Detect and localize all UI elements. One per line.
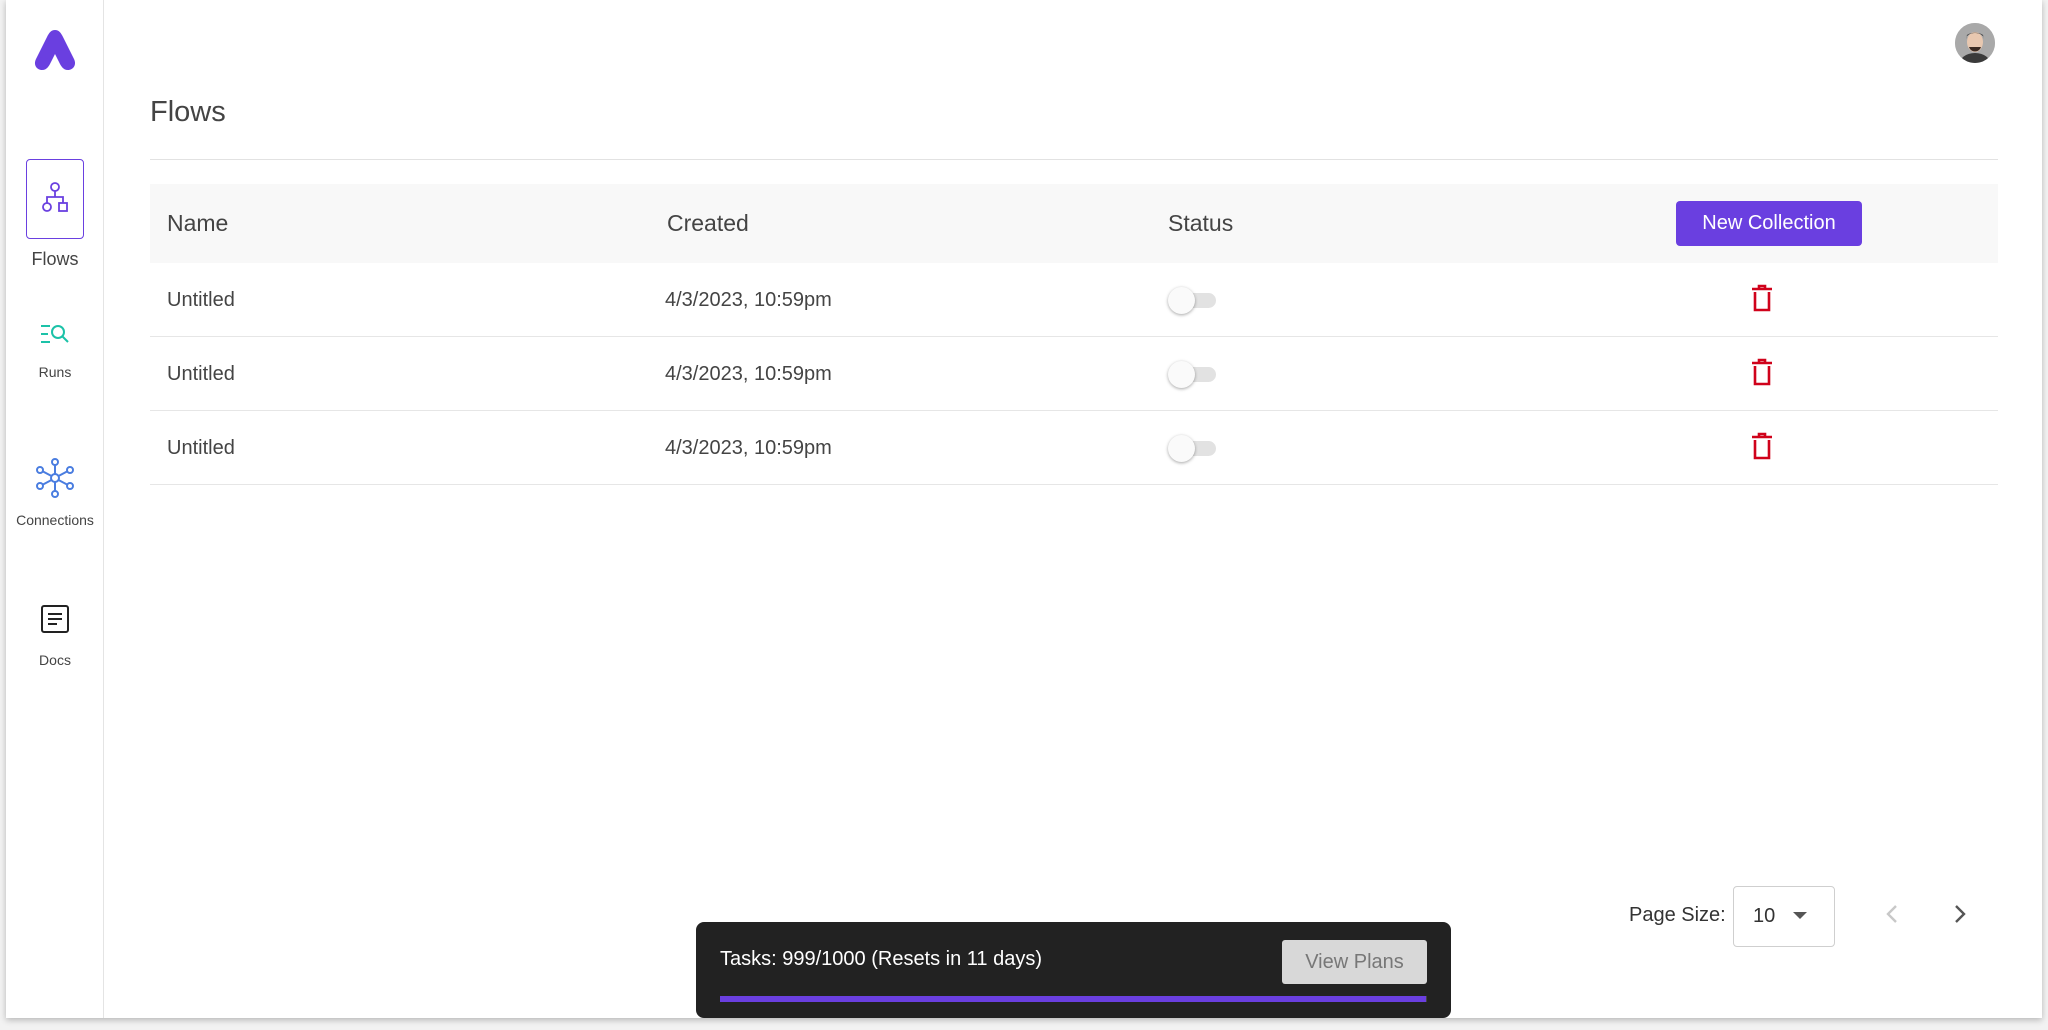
column-header-name: Name (167, 210, 229, 236)
page-size-value: 10 (1753, 905, 1776, 927)
sidebar-item-flows[interactable]: Flows (6, 159, 104, 270)
sidebar-item-runs[interactable]: Runs (6, 318, 104, 380)
table-row[interactable]: Untitled 4/3/2023, 10:59pm (150, 411, 1998, 485)
chevron-right-icon (1953, 903, 1967, 930)
status-toggle[interactable] (1168, 287, 1216, 314)
avatar[interactable] (1955, 23, 1995, 63)
tasks-usage-text: Tasks: 999/1000 (Resets in 11 days) (720, 948, 1043, 970)
delete-button[interactable] (1747, 358, 1777, 391)
next-page-button[interactable] (1943, 899, 1977, 933)
logo-icon[interactable] (30, 26, 80, 74)
column-header-status: Status (1168, 210, 1234, 236)
flow-created: 4/3/2023, 10:59pm (665, 289, 832, 311)
flow-name[interactable]: Untitled (167, 263, 235, 337)
chevron-left-icon (1885, 903, 1899, 930)
connections-icon (35, 457, 75, 503)
delete-button[interactable] (1747, 284, 1777, 317)
tasks-progress-fill (720, 996, 1427, 1002)
table-header: Name Created Status New Collection (150, 184, 1998, 263)
trash-icon (1751, 284, 1773, 317)
flows-table: Name Created Status New Collection Untit… (150, 184, 1998, 485)
sidebar-item-label: Connections (16, 512, 94, 528)
sidebar-item-flows-box[interactable] (26, 159, 84, 239)
sidebar-item-label: Runs (38, 364, 72, 380)
status-toggle[interactable] (1168, 435, 1216, 462)
app-window: Flows Runs Connections Docs Flows Name C… (6, 0, 2042, 1018)
sidebar-item-label: Flows (31, 249, 79, 269)
sidebar-item-docs[interactable]: Docs (6, 603, 104, 668)
trash-icon (1751, 358, 1773, 391)
view-plans-button[interactable]: View Plans (1282, 940, 1427, 984)
docs-icon (40, 604, 70, 639)
page-size-select[interactable]: 10 (1733, 886, 1835, 947)
status-toggle[interactable] (1168, 361, 1216, 388)
tasks-progress-bar (720, 996, 1427, 1002)
trash-icon (1751, 432, 1773, 465)
column-header-created: Created (667, 210, 749, 236)
flow-created: 4/3/2023, 10:59pm (665, 363, 832, 385)
runs-search-icon (39, 321, 71, 352)
page-size-label: Page Size: (1629, 904, 1726, 926)
sidebar-item-label: Docs (39, 652, 71, 668)
sidebar-item-connections[interactable]: Connections (6, 457, 104, 528)
table-row[interactable]: Untitled 4/3/2023, 10:59pm (150, 337, 1998, 411)
page-title: Flows (150, 96, 226, 128)
flow-name[interactable]: Untitled (167, 337, 235, 411)
delete-button[interactable] (1747, 432, 1777, 465)
flow-created: 4/3/2023, 10:59pm (665, 437, 832, 459)
flows-icon (40, 181, 70, 218)
caret-down-icon (1793, 912, 1807, 919)
table-row[interactable]: Untitled 4/3/2023, 10:59pm (150, 263, 1998, 337)
previous-page-button[interactable] (1875, 899, 1909, 933)
new-collection-button[interactable]: New Collection (1676, 201, 1862, 246)
divider (150, 159, 1998, 160)
sidebar: Flows Runs Connections Docs (6, 0, 104, 1018)
tasks-usage-banner: Tasks: 999/1000 (Resets in 11 days) View… (696, 922, 1451, 1018)
flow-name[interactable]: Untitled (167, 411, 235, 485)
